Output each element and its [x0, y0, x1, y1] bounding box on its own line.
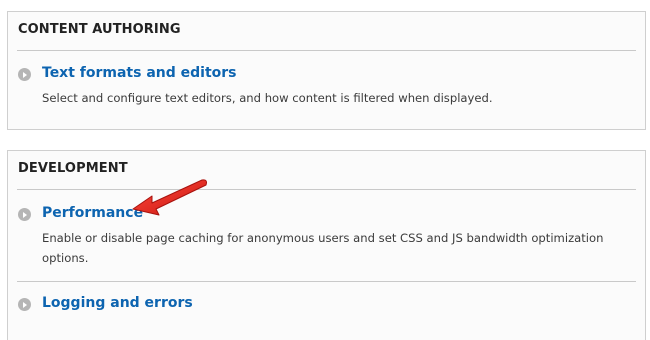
section-title-content-authoring: CONTENT AUTHORING — [18, 22, 181, 37]
chevron-right-circle-icon[interactable] — [18, 298, 31, 311]
chevron-right-circle-icon[interactable] — [18, 68, 31, 81]
section-divider — [17, 189, 636, 190]
item-divider — [17, 281, 636, 282]
list-item-text-formats: Text formats and editors Select and conf… — [18, 65, 635, 108]
chevron-right-circle-icon[interactable] — [18, 208, 31, 221]
development-panel: DEVELOPMENT Performance Enable or disabl… — [7, 150, 646, 340]
performance-link[interactable]: Performance — [42, 205, 143, 221]
logging-and-errors-link[interactable]: Logging and errors — [42, 295, 193, 311]
red-arrow-icon — [132, 179, 207, 216]
content-authoring-panel: CONTENT AUTHORING Text formats and edito… — [7, 11, 646, 130]
section-divider — [17, 50, 636, 51]
text-formats-and-editors-link[interactable]: Text formats and editors — [42, 65, 237, 81]
list-item-logging: Logging and errors — [18, 295, 635, 313]
item-description: Enable or disable page caching for anony… — [42, 231, 604, 265]
item-description: Select and configure text editors, and h… — [42, 91, 493, 105]
list-item-performance: Performance Enable or disable page cachi… — [18, 205, 635, 268]
section-title-development: DEVELOPMENT — [18, 161, 128, 176]
